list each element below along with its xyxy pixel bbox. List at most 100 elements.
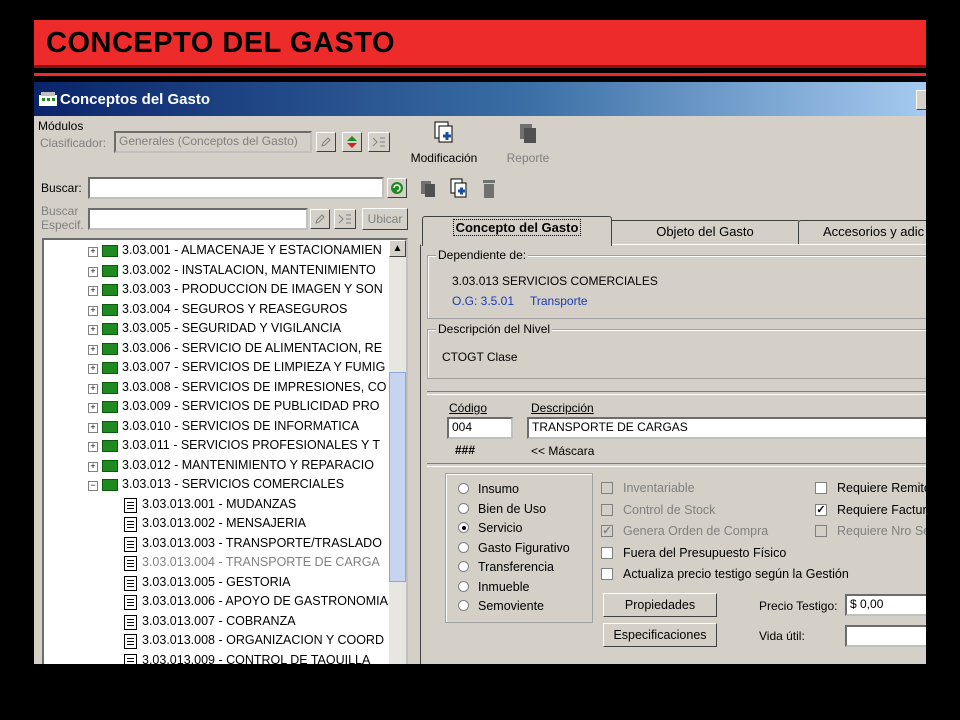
checkbox-box[interactable]: ✓ <box>815 503 827 516</box>
tree-row-label: 3.03.008 - SERVICIOS DE IMPRESIONES, CO <box>122 379 387 394</box>
tree-row-label: 3.03.013.007 - COBRANZA <box>142 613 296 628</box>
expand-icon[interactable]: + <box>88 325 98 335</box>
modificacion-button[interactable]: Modificación <box>408 120 480 165</box>
og-code: O.G: 3.5.01 <box>452 294 515 308</box>
radio-label: Transferencia <box>478 560 554 574</box>
radio-label: Semoviente <box>478 599 545 613</box>
radio-dot[interactable] <box>458 561 469 572</box>
copy-documents-icon[interactable] <box>418 178 440 200</box>
expand-icon[interactable]: + <box>88 266 98 277</box>
expand-icon[interactable]: + <box>88 422 98 433</box>
detail-panel: Concepto del Gasto Objeto del Gasto Acce… <box>418 170 926 664</box>
clasificador-select[interactable]: Generales (Conceptos del Gasto) <box>114 131 312 153</box>
checkbox-box[interactable] <box>815 482 827 494</box>
tree-row-label: 3.03.011 - SERVICIOS PROFESIONALES Y T <box>122 438 380 452</box>
checkbox-label: Control de Stock <box>623 502 716 517</box>
radio-dot[interactable] <box>458 522 469 533</box>
trash-icon[interactable] <box>480 178 498 200</box>
propiedades-button[interactable]: Propiedades <box>603 593 717 617</box>
tree-row-label: 3.03.001 - ALMACENAJE Y ESTACIONAMIEN <box>122 243 382 257</box>
tree-row-label: 3.03.006 - SERVICIO DE ALIMENTACION, RE <box>122 340 383 355</box>
folder-icon <box>102 479 118 491</box>
expand-icon[interactable]: + <box>88 461 98 472</box>
window-control-button[interactable] <box>916 90 926 110</box>
radio-dot[interactable] <box>458 541 469 553</box>
checkbox-label: Genera Orden de Compra <box>623 524 769 538</box>
checkbox-label: Requiere Nro Se <box>837 524 926 538</box>
radio-dot[interactable] <box>458 580 469 592</box>
radio-dot[interactable] <box>458 483 469 494</box>
checkbox-box[interactable]: ✓ <box>601 525 613 537</box>
banner-divider <box>34 73 926 76</box>
checkbox-box[interactable] <box>601 503 613 516</box>
folder-icon <box>102 381 118 394</box>
tree-row-label: 3.03.013.001 - MUDANZAS <box>142 496 297 511</box>
buscar-especif-input[interactable] <box>88 208 308 230</box>
dependiente-line1: 3.03.013 SERVICIOS COMERCIALES <box>452 274 658 288</box>
especificaciones-button[interactable]: Especificaciones <box>603 623 717 647</box>
tree-row-label: 3.03.013.009 - CONTROL DE TAQUILLA <box>142 652 371 665</box>
expand-icon[interactable]: + <box>88 305 98 316</box>
expand-icon[interactable]: + <box>88 286 98 296</box>
codigo-input[interactable]: 004 <box>447 417 513 439</box>
modify-documents-icon[interactable] <box>448 178 472 200</box>
tree-row-label: 3.03.007 - SERVICIOS DE LIMPIEZA Y FUMIG <box>122 360 386 374</box>
buscar-go-button[interactable] <box>387 178 407 198</box>
tree-scrollbar[interactable]: ▲ <box>389 240 406 664</box>
scroll-up-arrow-icon[interactable]: ▲ <box>389 240 406 257</box>
tab-objeto-del-gasto[interactable]: Objeto del Gasto <box>610 220 800 244</box>
folder-icon <box>102 401 118 413</box>
tree-row-label: 3.03.003 - PRODUCCION DE IMAGEN Y SON <box>122 282 383 296</box>
concept-tree[interactable]: +3.03.001 - ALMACENAJE Y ESTACIONAMIEN +3… <box>42 238 408 664</box>
collapse-icon[interactable]: − <box>88 481 98 491</box>
descripcion-input[interactable]: TRANSPORTE DE CARGAS <box>527 417 926 439</box>
checkbox-box[interactable] <box>601 482 613 494</box>
scroll-thumb[interactable] <box>389 372 406 582</box>
folder-icon <box>102 323 118 335</box>
expand-icon[interactable]: + <box>88 442 98 452</box>
document-icon <box>124 614 137 630</box>
window-titlebar[interactable]: Conceptos del Gasto <box>34 82 926 116</box>
document-icon <box>124 556 137 571</box>
precio-testigo-input[interactable]: $ 0,00 <box>845 594 926 616</box>
tab-accesorios[interactable]: Accesorios y adic <box>798 220 926 244</box>
clasificador-nav-button[interactable] <box>342 132 362 152</box>
dependiente-label: Dependiente de: <box>436 248 529 262</box>
divider <box>427 463 926 467</box>
radio-label: Inmueble <box>478 579 530 594</box>
banner-title: CONCEPTO DEL GASTO <box>46 27 395 59</box>
tree-row-label: 3.03.013.008 - ORGANIZACION Y COORD <box>142 633 384 647</box>
radio-dot[interactable] <box>458 502 469 514</box>
tree-row-label: 3.03.009 - SERVICIOS DE PUBLICIDAD PRO <box>122 399 380 413</box>
checkbox-label: Fuera del Presupuesto Físico <box>623 545 787 560</box>
buscar-especif-label-1: Buscar <box>41 204 79 218</box>
tree-row-label: 3.03.013 - SERVICIOS COMERCIALES <box>122 477 345 491</box>
ubicar-button[interactable]: Ubicar <box>362 208 408 230</box>
reporte-button[interactable]: Reporte <box>500 120 556 165</box>
codigo-label: Código <box>449 401 488 415</box>
mascara-value: ### <box>455 443 476 457</box>
checkbox-box[interactable] <box>601 546 613 559</box>
expand-icon[interactable]: + <box>88 403 98 413</box>
expand-icon[interactable]: + <box>88 247 98 257</box>
dependiente-group: Dependiente de: 3.03.013 SERVICIOS COMER… <box>427 248 926 319</box>
clasificador-list-button[interactable] <box>368 132 390 152</box>
expand-icon[interactable]: + <box>88 344 98 355</box>
expand-icon[interactable]: + <box>88 364 98 374</box>
checkbox-box[interactable] <box>815 525 827 537</box>
folder-icon <box>102 440 118 452</box>
tree-row-label: 3.03.013.002 - MENSAJERIA <box>142 516 306 530</box>
checkbox-label: Requiere Remito <box>837 481 926 495</box>
buscar-label: Buscar: <box>41 181 82 195</box>
expand-icon[interactable]: + <box>88 383 98 394</box>
tab-concepto-del-gasto[interactable]: Concepto del Gasto <box>422 216 612 246</box>
clasificador-label: Clasificador: <box>40 136 107 150</box>
buscar-input[interactable] <box>88 177 384 199</box>
descripcion-label: Descripción <box>531 401 594 415</box>
especif-edit-button[interactable] <box>310 209 330 229</box>
clasificador-edit-button[interactable] <box>316 132 336 152</box>
especif-list-button[interactable] <box>334 209 356 229</box>
vida-util-input[interactable] <box>845 625 926 647</box>
radio-dot[interactable] <box>458 600 469 611</box>
checkbox-box[interactable] <box>601 568 613 580</box>
